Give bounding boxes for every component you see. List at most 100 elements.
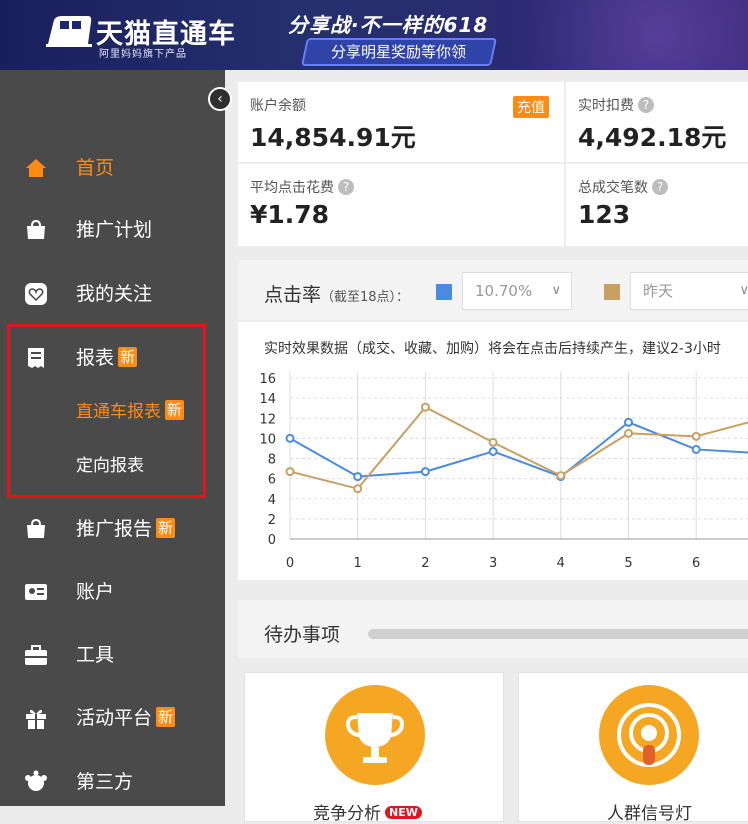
avg-click-value: ¥1.78 <box>250 200 330 229</box>
data-point <box>285 467 295 477</box>
avg-click-label: 平均点击花费? <box>250 177 354 197</box>
sidebar-item-tools[interactable]: 工具 <box>0 635 225 675</box>
trophy-icon <box>325 685 425 785</box>
compare-period-select[interactable]: 昨天 ∨ <box>630 272 748 310</box>
sidebar-item-reports[interactable]: 报表新 <box>0 338 225 378</box>
data-point <box>488 446 498 456</box>
sidebar-item-promo-report[interactable]: 推广报告新 <box>0 509 225 549</box>
new-tag: NEW <box>385 806 422 819</box>
x-tick-label: 4 <box>557 556 565 571</box>
data-point <box>353 472 363 482</box>
todo-scrollbar[interactable] <box>368 629 748 639</box>
todo-card-label: 人群信号灯 <box>607 804 692 824</box>
new-badge: 新 <box>156 518 176 538</box>
home-icon <box>26 159 46 177</box>
chart-title: 点击率（截至18点）： <box>264 284 410 306</box>
realtime-cost-value: 4,492.18元 <box>578 123 727 152</box>
sidebar-item-campaigns[interactable]: 推广计划 <box>0 210 225 250</box>
new-badge: 新 <box>165 400 185 420</box>
signal-icon <box>599 685 699 785</box>
sidebar-item-label: 首页 <box>76 157 115 179</box>
series-line-0 <box>289 421 748 478</box>
sidebar-item-label: 活动平台新 <box>76 707 176 729</box>
top-banner[interactable]: 天猫直通车 阿里妈妈旗下产品 分享战·不一样的618 分享明星奖励等你领 <box>0 0 748 70</box>
sidebar-item-home[interactable]: 首页 <box>0 148 225 188</box>
promo-subtitle-button[interactable]: 分享明星奖励等你领 <box>301 38 497 66</box>
chart-header: 点击率（截至18点）： 10.70% ∨ 昨天 ∨ <box>238 260 748 320</box>
help-icon[interactable]: ? <box>652 179 668 195</box>
data-point <box>556 471 566 481</box>
sidebar-item-label: 报表新 <box>76 347 138 369</box>
report-icon <box>28 348 44 368</box>
sidebar: ‹ 首页 推广计划 我的关注 报表新 直通车报表新 定向报表 推广报告新 账户 … <box>0 70 232 806</box>
help-icon[interactable]: ? <box>338 179 354 195</box>
x-tick-label: 1 <box>354 556 362 571</box>
new-badge: 新 <box>118 347 138 367</box>
third-party-icon <box>25 770 47 791</box>
chevron-down-icon: ∨ <box>551 283 561 298</box>
brand-subtitle: 阿里妈妈旗下产品 <box>99 49 187 60</box>
todo-card-competition[interactable]: 竞争分析 NEW <box>244 672 504 824</box>
y-tick-label: 14 <box>259 392 276 407</box>
y-tick-label: 0 <box>268 533 276 548</box>
y-tick-label: 2 <box>268 513 276 528</box>
y-tick-label: 8 <box>268 453 276 468</box>
today-metric-select[interactable]: 10.70% ∨ <box>462 272 572 310</box>
realtime-cost-card: 实时扣费? 4,492.18元 <box>566 82 748 162</box>
sidebar-item-account[interactable]: 账户 <box>0 572 225 612</box>
y-tick-label: 6 <box>268 473 276 488</box>
x-tick-label: 5 <box>624 556 632 571</box>
help-icon[interactable]: ? <box>638 97 654 113</box>
heart-icon <box>25 283 47 305</box>
y-tick-label: 12 <box>259 412 276 427</box>
data-point <box>624 428 633 438</box>
data-point <box>691 431 701 441</box>
promo-title: 分享战·不一样的618 <box>288 13 489 37</box>
avg-click-card: 平均点击花费? ¥1.78 <box>238 164 564 246</box>
balance-card: 账户余额 充值 14,854.91元 <box>238 82 564 162</box>
recharge-button[interactable]: 充值 <box>513 96 549 118</box>
compare-swatch <box>604 284 620 300</box>
x-tick-label: 2 <box>421 556 429 571</box>
todo-title: 待办事项 <box>264 624 341 646</box>
todo-card-signal[interactable]: 人群信号灯 <box>518 672 748 824</box>
balance-value: 14,854.91元 <box>250 123 416 152</box>
orders-card: 总成交笔数? 123 <box>566 164 748 246</box>
collapse-sidebar-icon[interactable]: ‹ <box>208 87 232 111</box>
data-point <box>691 444 701 454</box>
x-tick-label: 3 <box>489 556 497 571</box>
x-tick-label: 0 <box>286 556 294 571</box>
todo-header: 待办事项 <box>238 600 748 658</box>
sidebar-item-label: 推广报告新 <box>76 518 176 540</box>
x-tick-label: 6 <box>692 556 700 571</box>
chevron-down-icon: ∨ <box>739 283 748 298</box>
realtime-cost-label: 实时扣费? <box>578 95 654 115</box>
data-point <box>420 402 430 412</box>
orders-value: 123 <box>578 200 631 229</box>
balance-label: 账户余额 <box>250 98 306 114</box>
sidebar-item-activities[interactable]: 活动平台新 <box>0 698 225 738</box>
data-point <box>420 467 430 477</box>
click-rate-chart: 02468101214160 1 2 3 4 5 6 <box>259 372 748 571</box>
y-tick-label: 4 <box>268 493 276 508</box>
bag-icon <box>27 219 45 239</box>
sidebar-item-third-party[interactable]: 第三方 <box>0 762 225 802</box>
sidebar-item-follow[interactable]: 我的关注 <box>0 274 225 314</box>
sidebar-subitem-ztc-report[interactable]: 直通车报表新 <box>76 399 185 425</box>
y-tick-label: 10 <box>259 432 276 447</box>
sidebar-subitem-targeting-report[interactable]: 定向报表 <box>76 453 144 479</box>
sidebar-item-label: 账户 <box>76 581 115 603</box>
data-point <box>285 433 295 443</box>
train-logo-icon <box>46 16 92 47</box>
todo-card-label: 竞争分析 NEW <box>313 799 422 824</box>
sidebar-item-label: 工具 <box>76 644 115 666</box>
gift-icon <box>26 709 46 729</box>
sidebar-item-label: 推广计划 <box>76 219 153 241</box>
data-point <box>624 417 633 427</box>
chart-card: 实时效果数据（成交、收藏、加购）将会在点击后持续产生，建议2-3小时 02468… <box>238 322 748 580</box>
data-point <box>488 437 498 447</box>
banner-glow <box>520 0 748 70</box>
y-tick-label: 16 <box>259 372 276 387</box>
new-badge: 新 <box>156 707 176 727</box>
sidebar-item-label: 第三方 <box>76 771 134 793</box>
